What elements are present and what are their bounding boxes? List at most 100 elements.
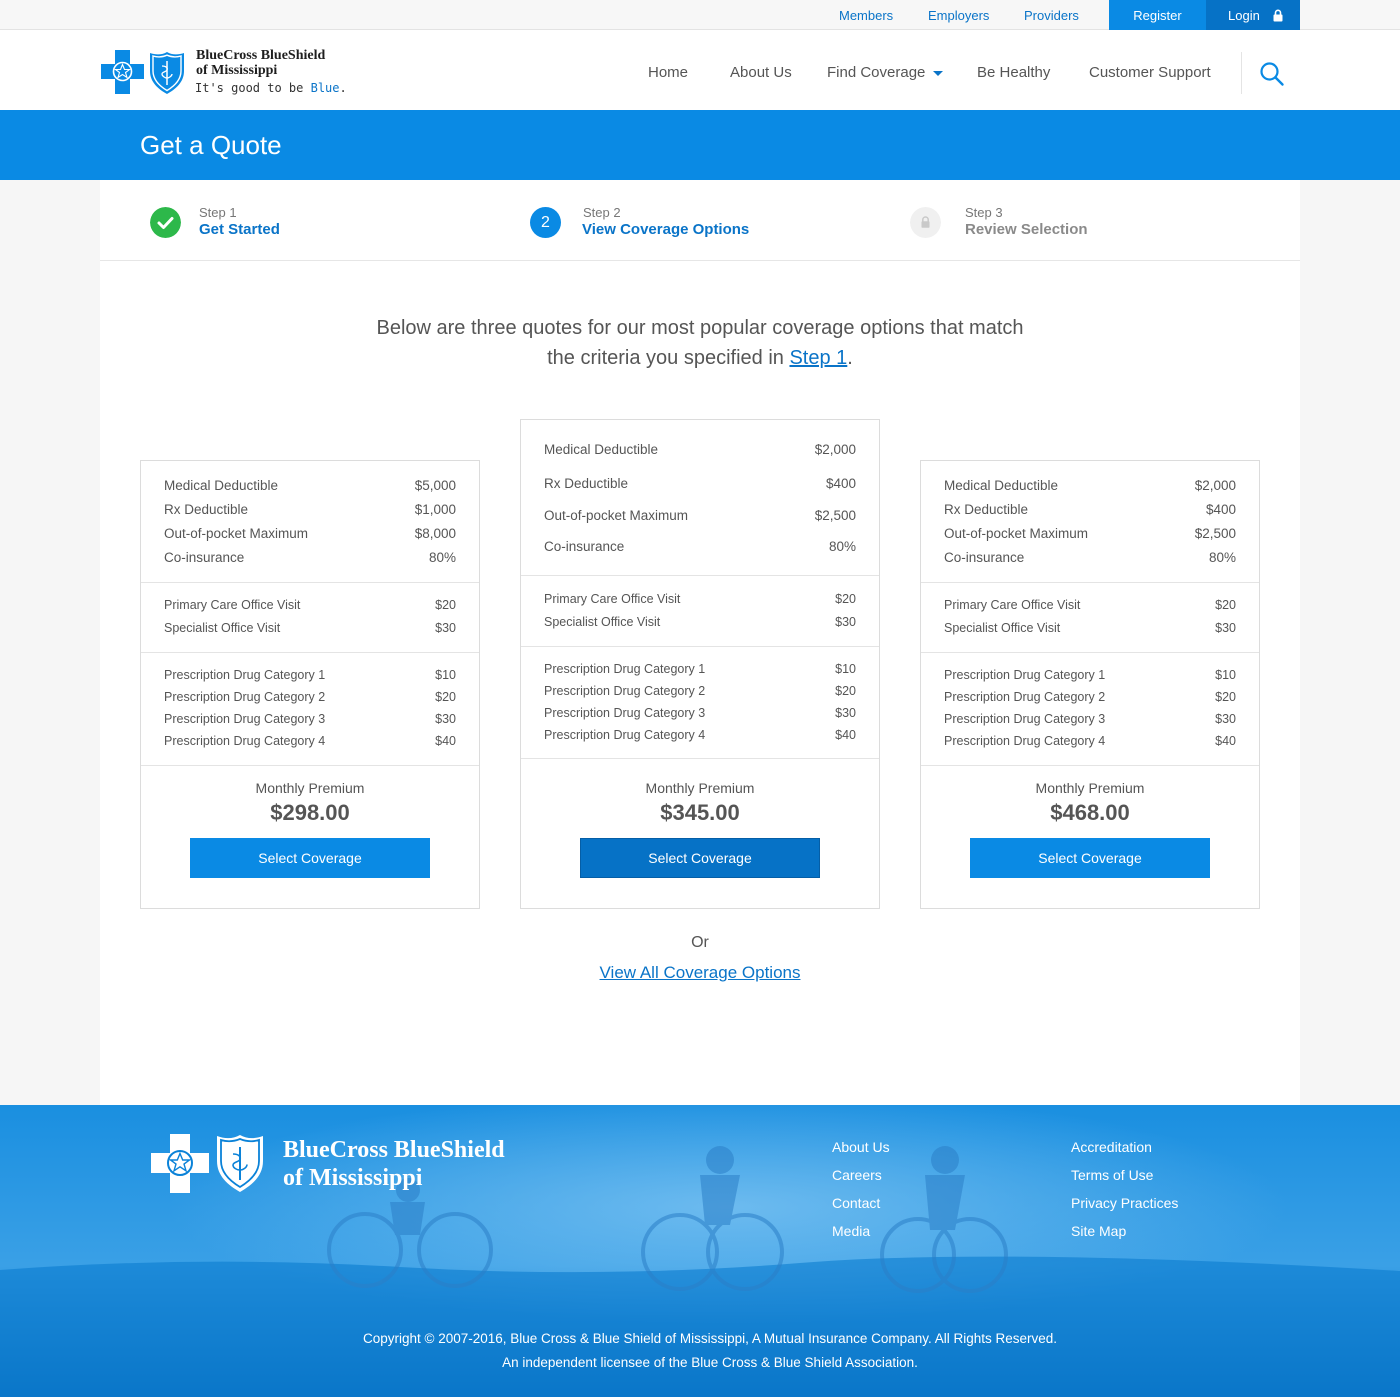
quote-row: Medical Deductible $5,000	[164, 478, 456, 493]
login-label: Login	[1228, 8, 1260, 23]
lock-icon	[910, 207, 941, 238]
or-separator: Or	[691, 934, 709, 951]
page-title-band: Get a Quote	[0, 110, 1400, 180]
quote-row: Prescription Drug Category 3 $30	[544, 706, 856, 720]
footer-link-contact[interactable]: Contact	[832, 1195, 880, 1211]
utility-bar: Members Employers Providers Register Log…	[0, 0, 1400, 30]
login-button[interactable]: Login	[1206, 0, 1300, 30]
office-visits-section: Primary Care Office Visit $20 Specialist …	[141, 583, 479, 653]
quote-row: Out-of-pocket Maximum $2,500	[544, 508, 856, 523]
footer-cross-shield-logo-icon	[151, 1134, 263, 1193]
quote-row: Prescription Drug Category 1 $10	[944, 668, 1236, 682]
quote-row: Out-of-pocket Maximum $8,000	[164, 526, 456, 541]
nav-customer-support[interactable]: Customer Support	[1089, 64, 1211, 81]
select-coverage-button[interactable]: Select Coverage	[190, 838, 430, 878]
footer-link-media[interactable]: Media	[832, 1223, 870, 1239]
members-link[interactable]: Members	[839, 8, 893, 23]
premium-value: $468.00	[1050, 800, 1130, 825]
footer-link-privacy-practices[interactable]: Privacy Practices	[1071, 1195, 1178, 1211]
step-label: Review Selection	[965, 221, 1088, 238]
quote-row: Co-insurance 80%	[164, 550, 456, 565]
quote-row: Medical Deductible $2,000	[944, 478, 1236, 493]
premium-value: $345.00	[660, 800, 740, 825]
quote-row: Prescription Drug Category 3 $30	[164, 712, 456, 726]
quote-row: Rx Deductible $400	[944, 502, 1236, 517]
deductibles-section: Medical Deductible $2,000 Rx Deductible $4…	[921, 461, 1259, 583]
prescription-section: Prescription Drug Category 1 $10 Prescrip…	[141, 653, 479, 766]
providers-link[interactable]: Providers	[1024, 8, 1079, 23]
step-1-link[interactable]: Step 1	[789, 347, 847, 369]
quote-row: Primary Care Office Visit $20	[164, 598, 456, 612]
nav-divider	[1241, 52, 1242, 94]
quote-row: Medical Deductible $2,000	[544, 442, 856, 457]
quote-row: Prescription Drug Category 3 $30	[944, 712, 1236, 726]
step-number: Step 1	[199, 205, 237, 220]
footer-link-terms-of-use[interactable]: Terms of Use	[1071, 1167, 1153, 1183]
deductibles-section: Medical Deductible $5,000 Rx Deductible $1…	[141, 461, 479, 583]
nav-about-us[interactable]: About Us	[730, 64, 792, 81]
select-coverage-button[interactable]: Select Coverage	[970, 838, 1210, 878]
step-number: Step 2	[583, 205, 621, 220]
footer-link-about-us[interactable]: About Us	[832, 1139, 890, 1155]
office-visits-section: Primary Care Office Visit $20 Specialist …	[921, 583, 1259, 653]
premium-label: Monthly Premium	[645, 780, 755, 796]
nav-be-healthy[interactable]: Be Healthy	[977, 64, 1050, 81]
check-circle-icon	[150, 207, 181, 238]
progress-steps: Step 1 Get Started 2 Step 2 View Coverag…	[100, 180, 1300, 261]
quote-row: Co-insurance 80%	[544, 539, 856, 554]
page-title: Get a Quote	[140, 130, 282, 160]
view-all-coverage-link[interactable]: View All Coverage Options	[600, 963, 801, 982]
premium-value: $298.00	[270, 800, 350, 825]
lock-icon	[1273, 9, 1283, 22]
step-badge: 2	[530, 207, 561, 238]
footer-link-careers[interactable]: Careers	[832, 1167, 882, 1183]
footer-brand-name: BlueCross BlueShield of Mississippi	[283, 1137, 505, 1191]
footer-brand-logo[interactable]: BlueCross BlueShield of Mississippi	[151, 1134, 551, 1194]
register-button[interactable]: Register	[1109, 0, 1206, 30]
office-visits-section: Primary Care Office Visit $20 Specialist …	[521, 576, 879, 647]
quote-row: Prescription Drug Category 2 $20	[944, 690, 1236, 704]
quote-row: Prescription Drug Category 4 $40	[944, 734, 1236, 748]
quote-row: Primary Care Office Visit $20	[544, 592, 856, 606]
nav-home[interactable]: Home	[648, 64, 688, 81]
quote-row: Prescription Drug Category 1 $10	[164, 668, 456, 682]
quote-row: Prescription Drug Category 2 $20	[164, 690, 456, 704]
premium-label: Monthly Premium	[1035, 780, 1145, 796]
site-footer: BlueCross BlueShield of Mississippi Abou…	[0, 1105, 1400, 1397]
intro-text: Below are three quotes for our most popu…	[376, 317, 1024, 369]
quote-row: Specialist Office Visit $30	[544, 615, 856, 629]
employers-link[interactable]: Employers	[928, 8, 989, 23]
quote-row: Specialist Office Visit $30	[164, 621, 456, 635]
copyright-text: Copyright © 2007-2016, Blue Cross & Blue…	[362, 1331, 1058, 1370]
view-all-container: View All Coverage Options	[100, 963, 1300, 983]
quote-row: Rx Deductible $1,000	[164, 502, 456, 517]
brand-logo[interactable]: BlueCross BlueShield of Mississippi It's…	[101, 48, 361, 100]
main-content: Step 1 Get Started 2 Step 2 View Coverag…	[100, 180, 1300, 1105]
deductibles-section: Medical Deductible $2,000 Rx Deductible $4…	[521, 420, 879, 576]
quote-row: Primary Care Office Visit $20	[944, 598, 1236, 612]
brand-tagline: It's good to be Blue.	[195, 81, 347, 95]
step-label: View Coverage Options	[582, 221, 750, 238]
site-header: BlueCross BlueShield of Mississippi It's…	[0, 30, 1400, 110]
cross-shield-logo-icon	[101, 50, 184, 94]
quote-row: Prescription Drug Category 4 $40	[544, 728, 856, 742]
brand-name: BlueCross BlueShield of Mississippi	[196, 48, 326, 78]
prescription-section: Prescription Drug Category 1 $10 Prescrip…	[521, 647, 879, 759]
step-label: Get Started	[199, 221, 280, 238]
nav-find-coverage[interactable]: Find Coverage	[827, 64, 944, 81]
quote-card: Medical Deductible $2,000 Rx Deductible $4…	[920, 460, 1260, 909]
search-icon[interactable]	[1259, 61, 1285, 87]
quote-row: Prescription Drug Category 1 $10	[544, 662, 856, 676]
select-coverage-button[interactable]: Select Coverage	[580, 838, 820, 878]
quote-row: Co-insurance 80%	[944, 550, 1236, 565]
quote-row: Prescription Drug Category 2 $20	[544, 684, 856, 698]
premium-label: Monthly Premium	[255, 780, 365, 796]
prescription-section: Prescription Drug Category 1 $10 Prescrip…	[921, 653, 1259, 766]
footer-link-accreditation[interactable]: Accreditation	[1071, 1139, 1152, 1155]
quote-card: Medical Deductible $5,000 Rx Deductible $1…	[140, 460, 480, 909]
chevron-down-icon	[933, 70, 944, 76]
quote-row: Rx Deductible $400	[544, 476, 856, 491]
quote-row: Out-of-pocket Maximum $2,500	[944, 526, 1236, 541]
quote-row: Prescription Drug Category 4 $40	[164, 734, 456, 748]
footer-link-site-map[interactable]: Site Map	[1071, 1223, 1126, 1239]
